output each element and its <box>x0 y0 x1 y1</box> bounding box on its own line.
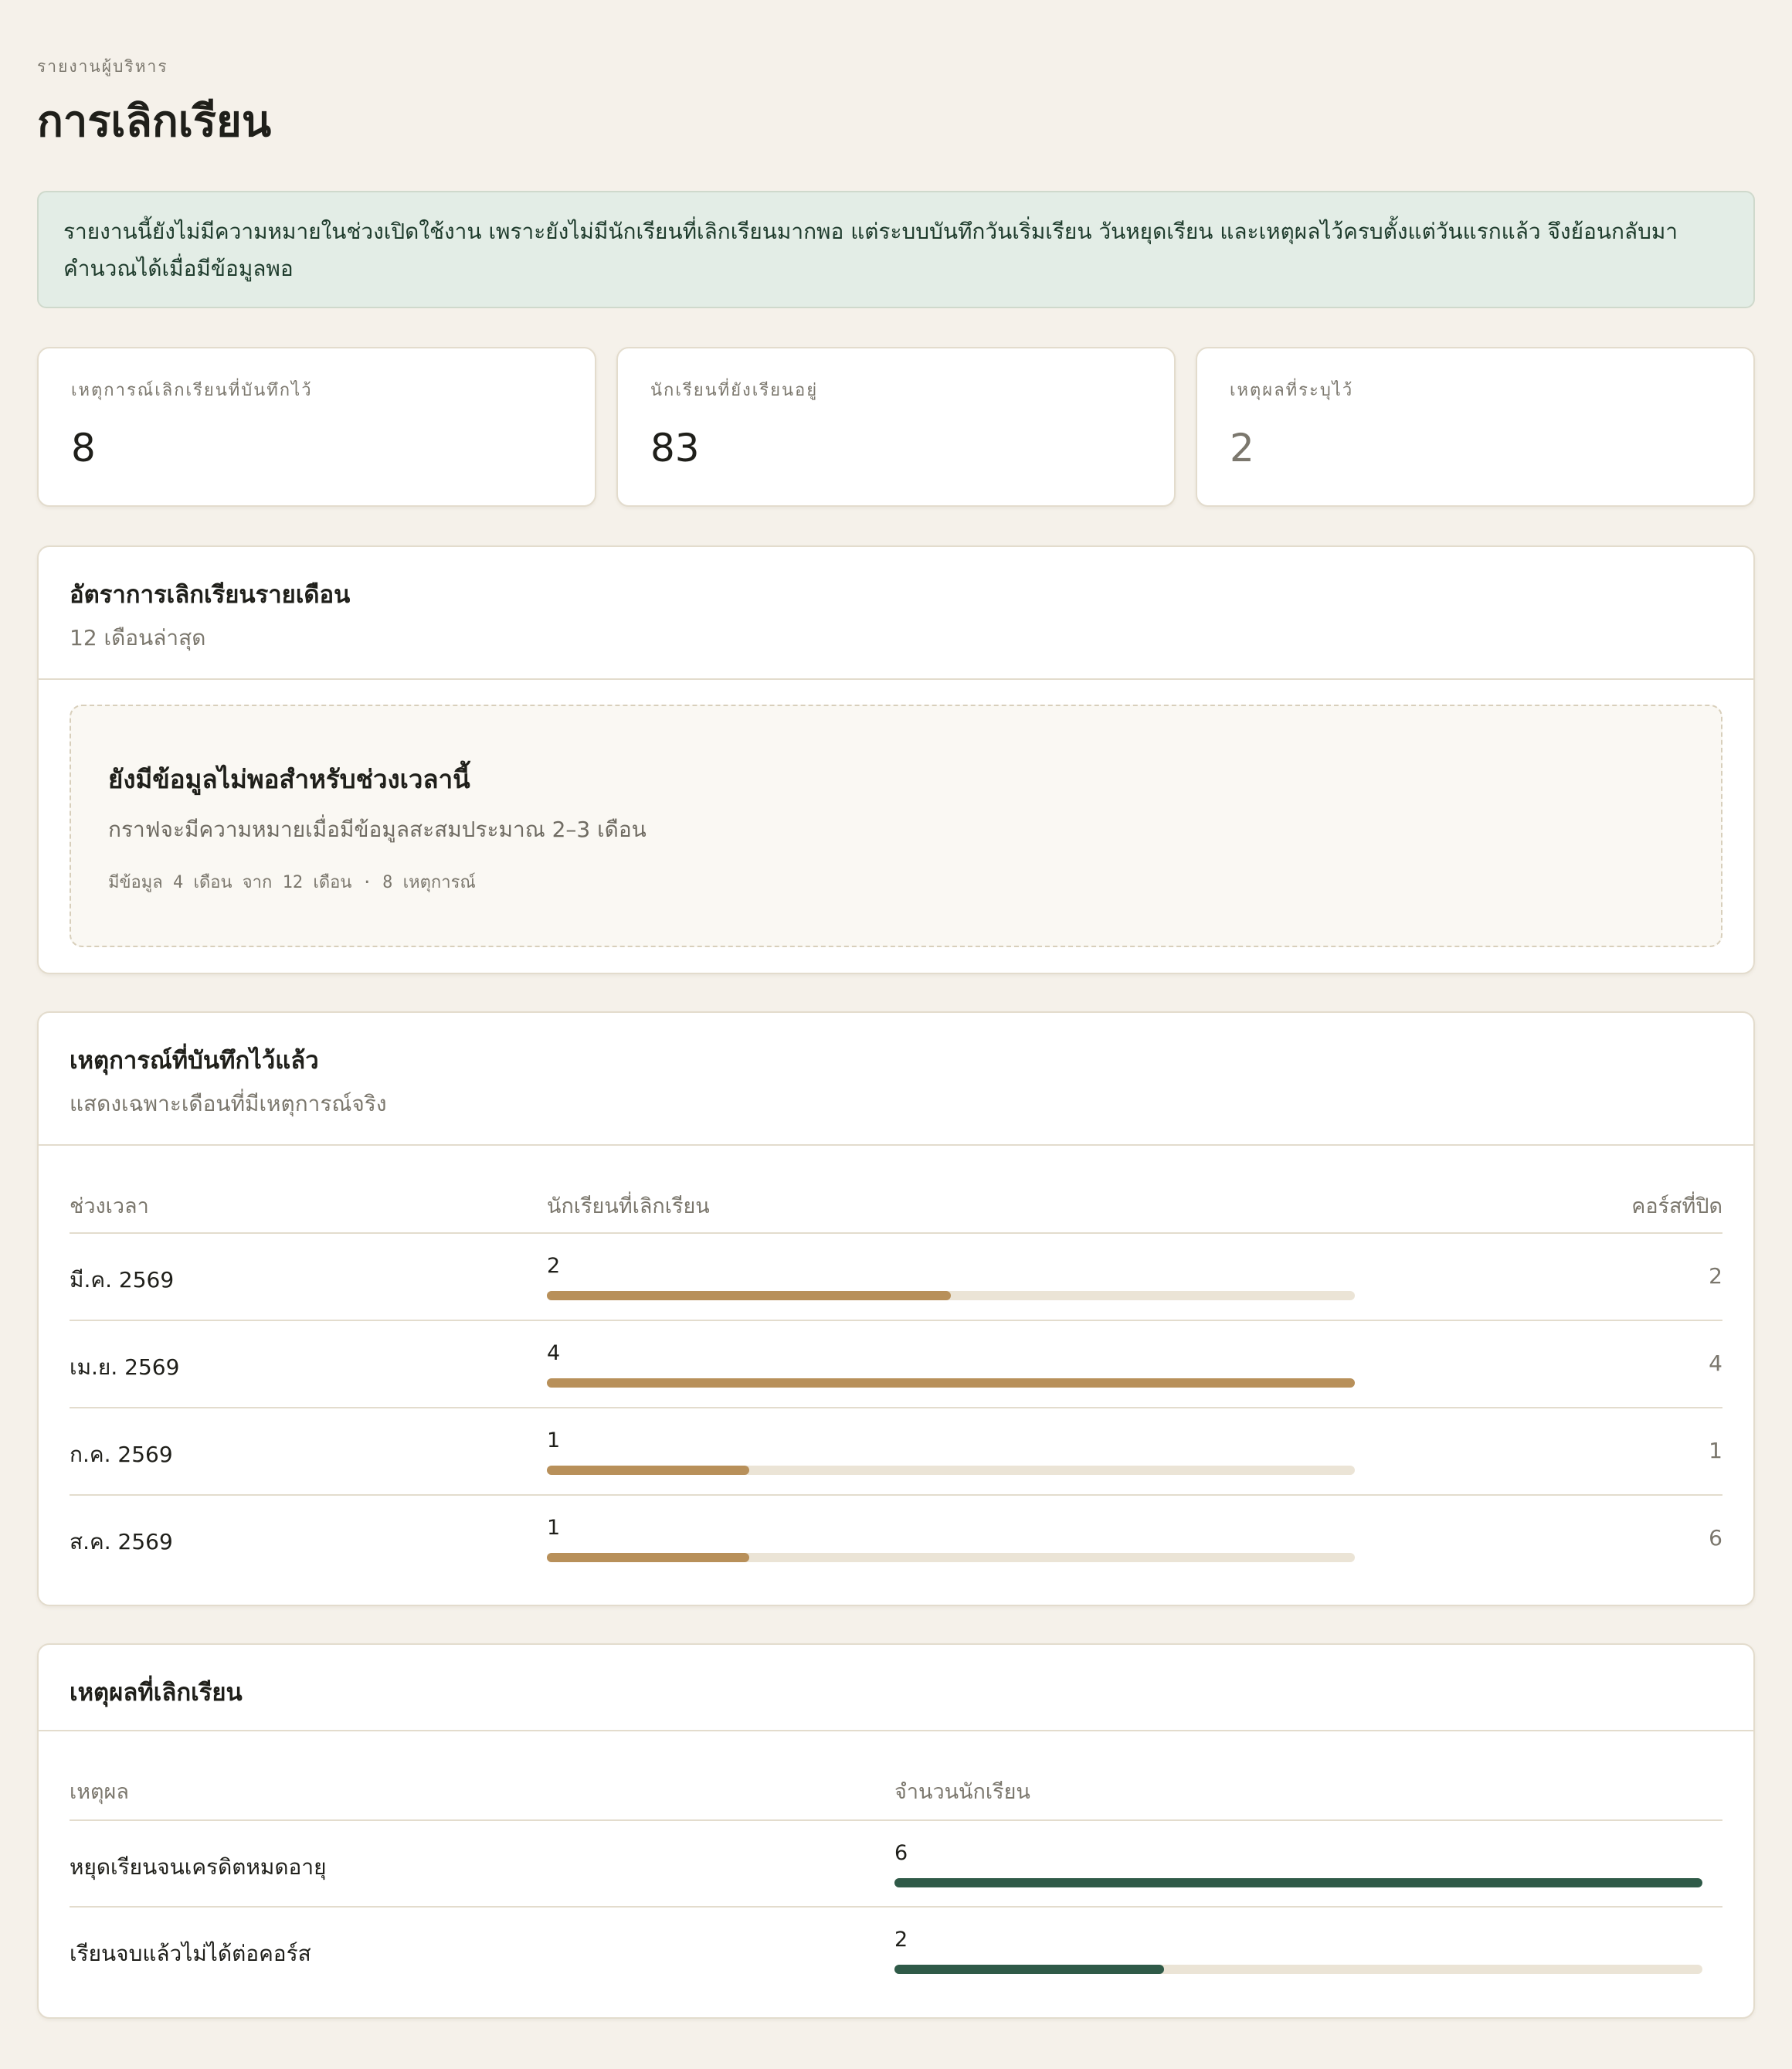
courses-cell: 1 <box>1709 1438 1722 1463</box>
header-divider <box>70 1819 1722 1821</box>
info-notice: รายงานนี้ยังไม่มีความหมายในช่วงเปิดใช้งา… <box>37 191 1755 308</box>
monthly-rate-card: อัตราการเลิกเรียนรายเดือน 12 เดือนล่าสุด… <box>37 545 1755 974</box>
stat-value: 2 <box>1230 426 1254 471</box>
students-count: 1 <box>547 1516 561 1540</box>
stat-value: 8 <box>71 426 96 471</box>
students-bar-track <box>547 1466 1355 1475</box>
card-subtitle: 12 เดือนล่าสุด <box>70 625 206 651</box>
row-divider <box>70 1906 1722 1908</box>
reason-bar-track <box>894 1878 1702 1887</box>
card-title: เหตุผลที่เลิกเรียน <box>70 1679 243 1707</box>
reason-count: 6 <box>894 1841 908 1865</box>
column-header-students: นักเรียนที่เลิกเรียน <box>547 1194 710 1218</box>
stat-card-events: เหตุการณ์เลิกเรียนที่บันทึกไว้ 8 <box>37 347 596 507</box>
stat-label: เหตุการณ์เลิกเรียนที่บันทึกไว้ <box>71 381 313 400</box>
period-cell: ก.ค. 2569 <box>70 1442 173 1467</box>
students-count: 2 <box>547 1254 561 1278</box>
column-header-courses: คอร์สที่ปิด <box>1631 1194 1722 1218</box>
empty-state-description: กราฟจะมีความหมายเมื่อมีข้อมูลสะสมประมาณ … <box>108 817 647 842</box>
courses-cell: 6 <box>1709 1525 1722 1551</box>
students-count: 1 <box>547 1429 561 1452</box>
students-bar-fill <box>547 1291 951 1300</box>
page-eyebrow: รายงานผู้บริหาร <box>37 57 168 76</box>
empty-state-meta: มีข้อมูล 4 เดือน จาก 12 เดือน · 8 เหตุกา… <box>108 873 476 892</box>
courses-cell: 2 <box>1709 1263 1722 1289</box>
students-bar-fill <box>547 1466 749 1475</box>
reason-bar-track <box>894 1965 1702 1974</box>
card-header: เหตุการณ์ที่บันทึกไว้แล้ว แสดงเฉพาะเดือน… <box>39 1013 1753 1146</box>
reason-count: 2 <box>894 1928 908 1952</box>
courses-cell: 4 <box>1709 1350 1722 1376</box>
header-divider <box>70 1232 1722 1234</box>
card-header: อัตราการเลิกเรียนรายเดือน 12 เดือนล่าสุด <box>39 547 1753 680</box>
column-header-period: ช่วงเวลา <box>70 1194 149 1218</box>
stat-card-active-students: นักเรียนที่ยังเรียนอยู่ 83 <box>616 347 1176 507</box>
reason-bar-fill <box>894 1878 1702 1887</box>
row-divider <box>70 1407 1722 1408</box>
dropout-reasons-card: เหตุผลที่เลิกเรียน เหตุผล จำนวนนักเรียน … <box>37 1643 1755 2019</box>
students-bar-fill <box>547 1378 1355 1388</box>
card-subtitle: แสดงเฉพาะเดือนที่มีเหตุการณ์จริง <box>70 1091 387 1116</box>
students-bar-track <box>547 1291 1355 1300</box>
row-divider <box>70 1320 1722 1321</box>
page-title: การเลิกเรียน <box>37 97 272 147</box>
card-title: อัตราการเลิกเรียนรายเดือน <box>70 581 351 609</box>
recorded-events-card: เหตุการณ์ที่บันทึกไว้แล้ว แสดงเฉพาะเดือน… <box>37 1011 1755 1606</box>
students-bar-track <box>547 1378 1355 1388</box>
reason-cell: เรียนจบแล้วไม่ได้ต่อคอร์ส <box>70 1941 311 1966</box>
empty-state: ยังมีข้อมูลไม่พอสำหรับช่วงเวลานี้ กราฟจะ… <box>70 705 1722 947</box>
row-divider <box>70 1494 1722 1496</box>
stat-label: นักเรียนที่ยังเรียนอยู่ <box>650 381 819 400</box>
period-cell: เม.ย. 2569 <box>70 1354 180 1380</box>
students-bar-track <box>547 1553 1355 1562</box>
period-cell: มี.ค. 2569 <box>70 1267 175 1293</box>
stat-card-reasons: เหตุผลที่ระบุไว้ 2 <box>1196 347 1755 507</box>
students-bar-fill <box>547 1553 749 1562</box>
column-header-count: จำนวนนักเรียน <box>894 1780 1030 1804</box>
period-cell: ส.ค. 2569 <box>70 1529 173 1554</box>
reason-cell: หยุดเรียนจนเครดิตหมดอายุ <box>70 1854 327 1880</box>
card-header: เหตุผลที่เลิกเรียน <box>39 1645 1753 1731</box>
card-title: เหตุการณ์ที่บันทึกไว้แล้ว <box>70 1047 319 1075</box>
reason-bar-fill <box>894 1965 1164 1974</box>
column-header-reason: เหตุผล <box>70 1780 129 1804</box>
stat-value: 83 <box>650 426 700 471</box>
empty-state-title: ยังมีข้อมูลไม่พอสำหรับช่วงเวลานี้ <box>108 764 470 794</box>
students-count: 4 <box>547 1341 561 1365</box>
stat-label: เหตุผลที่ระบุไว้ <box>1230 381 1354 400</box>
